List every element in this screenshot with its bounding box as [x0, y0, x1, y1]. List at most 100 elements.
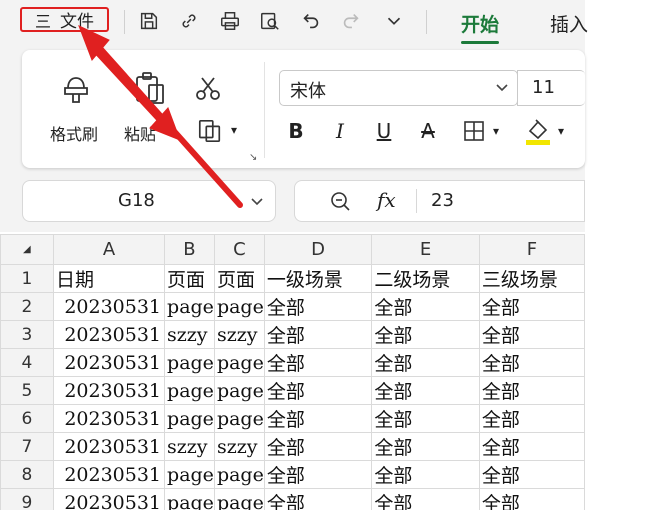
cell[interactable]: 全部: [478, 460, 585, 489]
cell[interactable]: 全部: [478, 432, 585, 461]
cell[interactable]: 全部: [371, 376, 480, 405]
cell[interactable]: 全部: [478, 376, 585, 405]
function-icon[interactable]: fx: [377, 188, 396, 212]
cut-icon[interactable]: [194, 74, 222, 102]
cell[interactable]: page: [164, 404, 215, 433]
paste-label[interactable]: 粘贴: [124, 121, 156, 145]
spreadsheet-grid[interactable]: ◢ A B C D E F 1 日期 页面 页面 一级场景 二级场景 三级场景 …: [0, 234, 585, 510]
cell[interactable]: page: [213, 348, 265, 377]
cell[interactable]: 全部: [371, 348, 480, 377]
print-preview-icon[interactable]: [258, 9, 282, 33]
cell[interactable]: page: [213, 292, 265, 321]
row-header[interactable]: 4: [0, 348, 54, 377]
cell[interactable]: 20230531: [52, 320, 166, 349]
column-header[interactable]: D: [263, 234, 373, 265]
column-header[interactable]: F: [478, 234, 585, 265]
fill-color-icon[interactable]: [524, 115, 552, 147]
more-icon[interactable]: [382, 9, 406, 33]
cell[interactable]: 页面: [164, 264, 215, 293]
file-menu-button[interactable]: 三 文件: [20, 7, 109, 32]
row-header[interactable]: 8: [0, 460, 54, 489]
tab-home[interactable]: 开始: [461, 10, 500, 44]
cell[interactable]: 全部: [371, 320, 480, 349]
cell[interactable]: 20230531: [52, 404, 166, 433]
paste-icon[interactable]: [132, 70, 168, 106]
name-box[interactable]: G18: [22, 180, 276, 222]
cell[interactable]: szzy: [164, 432, 215, 461]
zoom-icon[interactable]: [329, 190, 351, 216]
cell[interactable]: page: [213, 488, 265, 510]
row-header[interactable]: 2: [0, 292, 54, 321]
format-painter-label[interactable]: 格式刷: [50, 121, 98, 145]
cell[interactable]: 全部: [478, 488, 585, 510]
copy-icon[interactable]: [197, 118, 225, 146]
clipboard-launcher-icon[interactable]: ↘: [249, 152, 257, 163]
column-header[interactable]: A: [52, 234, 166, 265]
cell[interactable]: 全部: [263, 460, 373, 489]
cell[interactable]: 三级场景: [478, 264, 585, 293]
cell[interactable]: 全部: [263, 292, 373, 321]
row-header[interactable]: 3: [0, 320, 54, 349]
bold-button[interactable]: B: [284, 118, 308, 144]
font-name-select[interactable]: 宋体: [279, 70, 518, 106]
cell[interactable]: 全部: [371, 432, 480, 461]
cell[interactable]: page: [164, 348, 215, 377]
cell[interactable]: 日期: [52, 264, 166, 293]
formula-input[interactable]: fx 23: [294, 180, 585, 222]
cell[interactable]: 20230531: [52, 432, 166, 461]
copy-dropdown-icon[interactable]: ▾: [231, 123, 237, 137]
row-header[interactable]: 6: [0, 404, 54, 433]
cell[interactable]: 20230531: [52, 488, 166, 510]
font-size-select[interactable]: 11: [517, 70, 585, 106]
cell[interactable]: 20230531: [52, 292, 166, 321]
cell[interactable]: 全部: [478, 348, 585, 377]
cell[interactable]: 全部: [263, 488, 373, 510]
cell[interactable]: page: [213, 376, 265, 405]
save-icon[interactable]: [137, 9, 161, 33]
cell[interactable]: szzy: [213, 432, 265, 461]
column-header[interactable]: E: [371, 234, 480, 265]
cell[interactable]: szzy: [164, 320, 215, 349]
cell[interactable]: 二级场景: [371, 264, 480, 293]
underline-button[interactable]: U: [372, 118, 396, 144]
link-icon[interactable]: [177, 9, 201, 33]
cell[interactable]: 全部: [263, 432, 373, 461]
cell[interactable]: 全部: [263, 320, 373, 349]
cell[interactable]: 全部: [263, 348, 373, 377]
cell[interactable]: 全部: [263, 376, 373, 405]
redo-icon[interactable]: [339, 9, 363, 33]
cell[interactable]: page: [164, 292, 215, 321]
cell[interactable]: 页面: [213, 264, 265, 293]
row-header[interactable]: 9: [0, 488, 54, 510]
cell[interactable]: 全部: [371, 488, 480, 510]
cell[interactable]: 20230531: [52, 348, 166, 377]
cell[interactable]: 全部: [263, 404, 373, 433]
strikethrough-button[interactable]: A: [416, 118, 440, 144]
cell[interactable]: 全部: [371, 292, 480, 321]
cell[interactable]: page: [164, 460, 215, 489]
print-icon[interactable]: [218, 9, 242, 33]
format-painter-icon[interactable]: [59, 72, 93, 106]
undo-icon[interactable]: [299, 9, 323, 33]
row-header[interactable]: 7: [0, 432, 54, 461]
borders-icon[interactable]: [462, 119, 486, 143]
cell[interactable]: 全部: [478, 292, 585, 321]
cell[interactable]: 全部: [371, 460, 480, 489]
row-header[interactable]: 1: [0, 264, 54, 293]
cell[interactable]: 20230531: [52, 376, 166, 405]
cell[interactable]: 一级场景: [263, 264, 373, 293]
column-header[interactable]: C: [213, 234, 265, 265]
cell[interactable]: page: [164, 488, 215, 510]
cell[interactable]: 20230531: [52, 460, 166, 489]
row-header[interactable]: 5: [0, 376, 54, 405]
cell[interactable]: page: [213, 404, 265, 433]
fill-color-dropdown-icon[interactable]: ▾: [558, 124, 564, 138]
cell[interactable]: page: [164, 376, 215, 405]
italic-button[interactable]: I: [328, 118, 352, 144]
paste-dropdown-icon[interactable]: ▾: [168, 124, 174, 138]
cell[interactable]: 全部: [478, 320, 585, 349]
cell[interactable]: 全部: [371, 404, 480, 433]
column-header[interactable]: B: [164, 234, 215, 265]
tab-insert[interactable]: 插入: [550, 10, 588, 37]
borders-dropdown-icon[interactable]: ▾: [493, 124, 499, 138]
